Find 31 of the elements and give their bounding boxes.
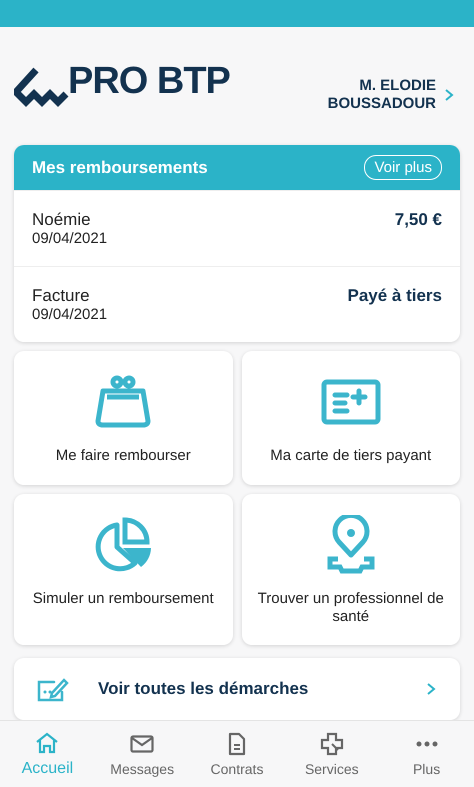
row-label: Noémie (32, 210, 92, 230)
row-date: 09/04/2021 (32, 230, 108, 247)
nav-tab[interactable]: Plus (379, 721, 474, 787)
mail-icon (130, 735, 154, 753)
action-tile[interactable]: Trouver un professionnel de santé (242, 494, 460, 645)
pie-chart-icon (93, 517, 154, 573)
row-label: Facture (32, 286, 91, 306)
card-title: Mes remboursements (32, 158, 208, 178)
action-tile[interactable]: Ma carte de tiers payant (242, 351, 460, 485)
row-value: 7,50 € (394, 210, 442, 230)
reimbursement-row[interactable]: Noémie 09/04/2021 7,50 € (14, 190, 460, 266)
location-pin-icon (326, 515, 376, 575)
user-account-button[interactable]: M. ELODIE BOUSSADOUR (328, 77, 454, 113)
medical-cross-icon (320, 732, 344, 756)
action-tile[interactable]: Me faire rembourser (14, 351, 232, 485)
purse-icon (93, 375, 154, 429)
more-icon (416, 741, 438, 747)
row-date: 09/04/2021 (32, 306, 108, 323)
all-steps-button[interactable]: Voir toutes les démarches (14, 658, 460, 720)
nav-tab[interactable]: Services (284, 721, 380, 787)
reimbursement-row[interactable]: Facture 09/04/2021 Payé à tiers (14, 266, 460, 342)
nav-tab[interactable]: Messages (94, 721, 190, 787)
action-tile[interactable]: Simuler un remboursement (14, 494, 232, 645)
chevron-right-icon (426, 682, 436, 696)
logo-text: PRO BTP (68, 62, 230, 100)
chevron-right-icon (444, 88, 454, 102)
row-value: Payé à tiers (347, 286, 442, 306)
nav-tab[interactable]: Contrats (190, 721, 284, 787)
id-card-icon (320, 379, 381, 425)
home-icon (35, 732, 60, 754)
document-icon (228, 732, 246, 756)
